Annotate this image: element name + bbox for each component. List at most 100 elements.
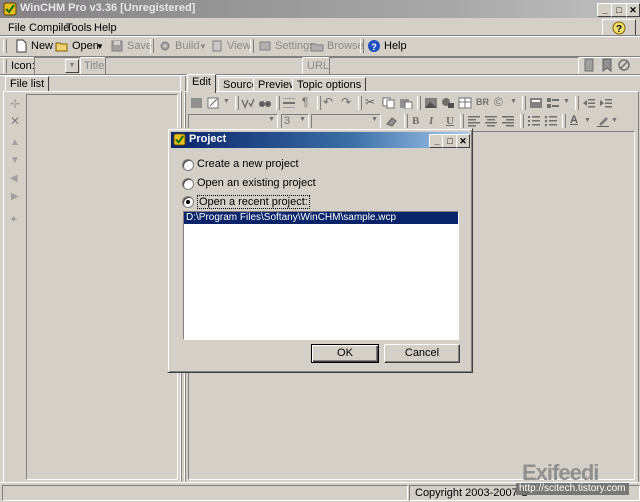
- menu-compile[interactable]: Compile: [29, 22, 69, 34]
- highlight-pen-icon[interactable]: [596, 115, 610, 127]
- maximize-button[interactable]: □: [611, 3, 627, 17]
- italic-button[interactable]: I: [429, 115, 433, 127]
- font-color-button[interactable]: A: [570, 114, 578, 126]
- url-input[interactable]: [329, 57, 579, 75]
- redo-icon[interactable]: ↷: [341, 95, 351, 109]
- copy-icon[interactable]: [382, 97, 396, 109]
- open-dropdown-arrow-icon[interactable]: ▼: [96, 42, 104, 51]
- add-file-icon[interactable]: ✛: [10, 97, 20, 111]
- new-button[interactable]: New: [14, 38, 53, 54]
- toolbar-separator: [276, 96, 280, 110]
- title-input[interactable]: [105, 57, 303, 75]
- tab-topic-options[interactable]: Topic options: [292, 77, 367, 92]
- menu-help[interactable]: Help: [94, 22, 117, 34]
- build-button[interactable]: Build: [158, 38, 199, 54]
- font-size-value: 3: [284, 115, 291, 127]
- build-dropdown-arrow-icon[interactable]: ▼: [199, 42, 207, 51]
- toolbar-separator: [360, 39, 364, 53]
- option-open-existing-label[interactable]: Open an existing project: [197, 177, 316, 189]
- page-icon[interactable]: [582, 58, 596, 72]
- paragraph-mark-icon[interactable]: ¶: [302, 95, 308, 109]
- save-button[interactable]: Save: [110, 38, 152, 54]
- list-dropdown-arrow-icon[interactable]: ▼: [563, 98, 570, 105]
- style-dropdown-icon[interactable]: ▼: [371, 116, 378, 123]
- edit-topic-icon[interactable]: [207, 97, 221, 109]
- open-label: Open: [72, 40, 99, 52]
- increase-indent-icon[interactable]: [599, 97, 613, 109]
- move-up-icon[interactable]: ▲: [10, 137, 20, 148]
- move-left-icon[interactable]: ◀: [10, 173, 18, 184]
- menu-file[interactable]: File: [8, 22, 26, 34]
- bold-button[interactable]: B: [412, 115, 419, 127]
- cancel-button[interactable]: Cancel: [384, 344, 460, 363]
- bookmark-icon[interactable]: [600, 58, 614, 72]
- sort-icon[interactable]: ✦: [9, 213, 18, 226]
- build-gear-icon: [160, 41, 170, 51]
- recent-project-item[interactable]: D:\Program Files\Softany\WinCHM\sample.w…: [184, 212, 458, 224]
- horizontal-rule-icon[interactable]: [282, 97, 296, 109]
- browse-icon: [310, 43, 324, 52]
- find-binoculars-icon[interactable]: [258, 97, 272, 109]
- save-topic-icon[interactable]: [190, 97, 204, 109]
- insert-object-icon[interactable]: [441, 97, 455, 109]
- spell-check-icon[interactable]: [241, 97, 255, 109]
- insert-image-icon[interactable]: [424, 97, 438, 109]
- option-create-new-label[interactable]: Create a new project: [197, 158, 299, 170]
- tab-edit[interactable]: Edit: [187, 74, 216, 93]
- font-name-dropdown-icon[interactable]: ▼: [268, 116, 275, 123]
- build-label: Build: [175, 40, 200, 52]
- font-size-dropdown-icon[interactable]: ▼: [299, 116, 306, 123]
- highlight-dropdown-icon[interactable]: ▼: [611, 117, 618, 124]
- radio-open-recent[interactable]: [182, 196, 194, 208]
- icon-select-arrow-icon[interactable]: ▼: [65, 59, 79, 73]
- menu-separator: [0, 35, 640, 37]
- eraser-icon[interactable]: [385, 115, 399, 127]
- toolbar-separator: [250, 39, 254, 53]
- radio-open-existing[interactable]: [182, 178, 194, 190]
- undo-icon[interactable]: ↶: [323, 95, 333, 109]
- decrease-indent-icon[interactable]: [582, 97, 596, 109]
- help-button[interactable]: ? Help: [367, 38, 407, 54]
- cancel-circle-icon[interactable]: [617, 58, 631, 72]
- edit-dropdown-arrow-icon[interactable]: ▼: [223, 98, 230, 105]
- file-list-area[interactable]: [26, 94, 178, 480]
- app-icon: [3, 2, 17, 16]
- close-button[interactable]: ✕: [626, 3, 640, 17]
- toolbar-separator: [520, 114, 524, 128]
- copyright-symbol-icon[interactable]: ©: [494, 95, 503, 109]
- bullet-list-icon[interactable]: [544, 115, 558, 127]
- window-title: WinCHM Pro v3.36 [Unregistered]: [20, 2, 196, 14]
- dialog-close-button[interactable]: ✕: [456, 134, 470, 148]
- icon-field-label: Icon:: [11, 60, 35, 72]
- new-document-icon: [16, 39, 27, 53]
- align-center-icon[interactable]: [484, 115, 498, 127]
- save-disk-icon: [111, 40, 123, 52]
- move-right-icon[interactable]: ▶: [11, 191, 19, 202]
- insert-list-icon[interactable]: [546, 97, 560, 109]
- symbol-dropdown-arrow-icon[interactable]: ▼: [510, 98, 517, 105]
- recent-projects-list[interactable]: D:\Program Files\Softany\WinCHM\sample.w…: [183, 211, 459, 340]
- menu-tools[interactable]: Tools: [66, 22, 92, 34]
- paste-icon[interactable]: [399, 97, 413, 109]
- browse-button[interactable]: Browse: [310, 38, 364, 54]
- insert-link-icon[interactable]: [529, 97, 543, 109]
- open-button[interactable]: Open: [55, 38, 99, 54]
- numbered-list-icon[interactable]: [527, 115, 541, 127]
- option-open-recent-label[interactable]: Open a recent project:: [197, 195, 310, 209]
- view-button[interactable]: View: [210, 38, 251, 54]
- tab-file-list[interactable]: File list: [5, 76, 50, 91]
- ok-button[interactable]: OK: [311, 344, 379, 363]
- settings-button[interactable]: Settings: [258, 38, 315, 54]
- insert-table-icon[interactable]: [458, 97, 472, 109]
- file-list-side-toolbar: [7, 94, 25, 478]
- align-right-icon[interactable]: [501, 115, 515, 127]
- delete-file-icon[interactable]: ✕: [10, 114, 20, 128]
- font-color-dropdown-icon[interactable]: ▼: [584, 117, 591, 124]
- move-down-icon[interactable]: ▼: [10, 155, 20, 166]
- cut-icon[interactable]: ✂: [365, 95, 375, 109]
- underline-button[interactable]: U: [446, 115, 454, 127]
- align-left-icon[interactable]: [467, 115, 481, 127]
- line-break-button[interactable]: BR: [476, 97, 489, 107]
- icon-select[interactable]: ▼: [34, 57, 81, 75]
- radio-create-new[interactable]: [182, 159, 194, 171]
